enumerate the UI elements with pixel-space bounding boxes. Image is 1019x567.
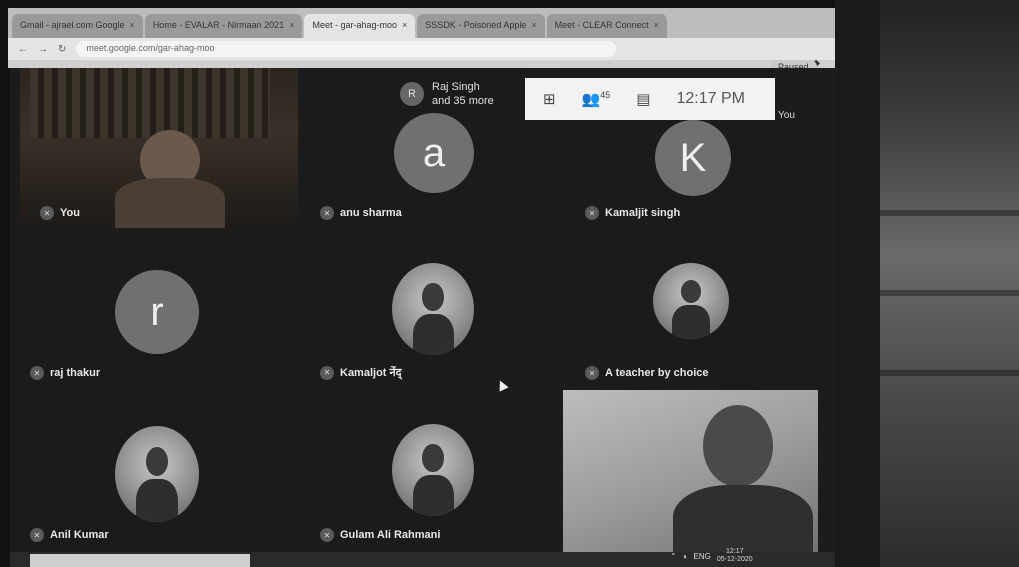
more-participants-indicator[interactable]: R Raj Singh and 35 more bbox=[400, 80, 494, 108]
chat-icon[interactable]: ▤ bbox=[636, 90, 650, 108]
participant-name: ✕ Kamaljit singh bbox=[585, 206, 680, 220]
browser-tab[interactable]: Meet - CLEAR Connect × bbox=[546, 14, 667, 38]
tray-clock[interactable]: 12:17 05-12-2020 bbox=[717, 548, 753, 564]
mic-muted-icon: ✕ bbox=[30, 366, 44, 380]
participant-name: ✕ Gulam Ali Rahmani bbox=[320, 528, 440, 542]
participant-tile-video[interactable] bbox=[563, 390, 818, 560]
participant-photo-avatar bbox=[392, 263, 474, 355]
letter-avatar: r bbox=[115, 270, 199, 354]
close-icon[interactable]: × bbox=[654, 20, 659, 38]
more-participants-name: Raj Singh bbox=[432, 81, 480, 93]
background-stripe bbox=[880, 290, 1019, 296]
background-stripe bbox=[880, 370, 1019, 376]
tray-time: 12:17 bbox=[726, 548, 744, 555]
tab-label: Meet - CLEAR Connect bbox=[554, 20, 649, 30]
taskbar-search[interactable] bbox=[30, 554, 250, 567]
participant-photo-avatar bbox=[653, 263, 729, 339]
mic-muted-icon: ✕ bbox=[320, 206, 334, 220]
participant-tile[interactable]: ✕ Gulam Ali Rahmani bbox=[300, 398, 555, 550]
system-tray: ⌃ ◗ ENG 12:17 05-12-2020 bbox=[670, 548, 753, 564]
avatar-head bbox=[146, 447, 168, 476]
browser-tab[interactable]: Gmail - ajrael.com Google × bbox=[12, 14, 143, 38]
mic-muted-icon: ✕ bbox=[40, 206, 54, 220]
avatar-body bbox=[412, 313, 454, 355]
participant-tile[interactable]: ✕ Anil Kumar bbox=[10, 398, 295, 550]
mic-muted-icon: ✕ bbox=[585, 206, 599, 220]
participant-name-label: A teacher by choice bbox=[605, 367, 709, 379]
forward-icon[interactable]: → bbox=[38, 44, 48, 55]
meet-grid: ✕ You a ✕ anu sharma K ✕ Kamaljit singh … bbox=[10, 68, 835, 560]
participant-tile[interactable]: ✕ Kamaljot नेंद् bbox=[300, 238, 550, 388]
letter-avatar: a bbox=[394, 113, 474, 193]
close-icon[interactable]: × bbox=[289, 20, 294, 38]
browser-tab[interactable]: SSSDK - Poisoned Apple × bbox=[417, 14, 545, 38]
address-bar: ← → ↻ meet.google.com/gar-ahag-moo bbox=[8, 38, 836, 60]
tray-date: 05-12-2020 bbox=[716, 556, 753, 563]
participant-name-label: Kamaljot नेंद् bbox=[340, 367, 402, 379]
participant-tile[interactable]: r ✕ raj thakur bbox=[10, 238, 295, 388]
participant-tile[interactable]: ✕ A teacher by choice bbox=[565, 238, 815, 388]
participant-name: ✕ raj thakur bbox=[30, 366, 100, 380]
avatar-head bbox=[681, 279, 701, 303]
avatar-body bbox=[672, 304, 710, 339]
url-field[interactable]: meet.google.com/gar-ahag-moo bbox=[76, 41, 617, 57]
monitor-screen: Gmail - ajrael.com Google × Home - EVALAR… bbox=[0, 0, 880, 567]
participant-name-label: Gulam Ali Rahmani bbox=[340, 529, 441, 541]
participants-button[interactable]: 👥45 bbox=[582, 90, 611, 108]
tab-label: Home - EVALAR - Nirmaan 2021 bbox=[152, 20, 285, 30]
participant-name: ✕ anu sharma bbox=[320, 206, 402, 220]
mic-muted-icon: ✕ bbox=[320, 365, 334, 380]
participant-name-label: You bbox=[60, 207, 80, 219]
participant-name: ✕ A teacher by choice bbox=[585, 366, 709, 380]
participant-body bbox=[115, 178, 225, 228]
participant-name-label: anu sharma bbox=[340, 207, 402, 219]
participant-name-label: Anil Kumar bbox=[50, 529, 109, 541]
back-icon[interactable]: ← bbox=[18, 44, 28, 55]
participants-count: 45 bbox=[600, 90, 611, 100]
participant-name-label: Kamaljit singh bbox=[605, 207, 681, 219]
bookmark-bar bbox=[8, 60, 836, 68]
monitor-bezel bbox=[835, 0, 880, 567]
participant-name: ✕ Kamaljot नेंद् bbox=[320, 365, 401, 380]
volume-icon[interactable]: ◗ bbox=[683, 552, 688, 561]
participant-name: ✕ Anil Kumar bbox=[30, 528, 109, 542]
tab-label: SSSDK - Poisoned Apple bbox=[425, 20, 527, 30]
letter-avatar: K bbox=[655, 120, 731, 196]
mic-muted-icon: ✕ bbox=[30, 528, 44, 542]
tab-label: Meet - gar-ahag-moo bbox=[312, 20, 398, 30]
background-wall bbox=[880, 0, 1019, 567]
participant-tile-you[interactable]: ✕ You bbox=[20, 68, 298, 228]
mic-muted-icon: ✕ bbox=[585, 366, 599, 380]
close-icon[interactable]: × bbox=[402, 20, 407, 38]
participant-face bbox=[703, 405, 773, 487]
close-icon[interactable]: × bbox=[130, 20, 135, 38]
browser-tab-active[interactable]: Meet - gar-ahag-moo × bbox=[304, 14, 416, 38]
browser-tab[interactable]: Home - EVALAR - Nirmaan 2021 × bbox=[144, 14, 303, 38]
mic-muted-icon: ✕ bbox=[320, 528, 334, 542]
avatar-body bbox=[136, 478, 178, 522]
avatar-head bbox=[422, 283, 444, 311]
tab-label: Gmail - ajrael.com Google bbox=[20, 20, 125, 30]
participant-name-label: raj thakur bbox=[50, 367, 101, 379]
bookshelf-background bbox=[30, 68, 270, 138]
participant-photo-avatar bbox=[115, 426, 199, 522]
more-participants-count: and 35 more bbox=[432, 95, 494, 107]
avatar-body bbox=[412, 474, 454, 516]
close-icon[interactable]: × bbox=[531, 20, 536, 38]
layout-icon[interactable]: ⊞ bbox=[543, 90, 556, 108]
participant-name: ✕ You bbox=[40, 206, 80, 220]
meeting-top-bar: ⊞ 👥45 ▤ 12:17 PM bbox=[525, 78, 775, 120]
background-stripe bbox=[880, 210, 1019, 216]
network-icon[interactable]: ⌃ bbox=[670, 552, 677, 561]
avatar: R bbox=[400, 82, 424, 106]
self-view-label: You bbox=[778, 110, 795, 121]
participant-photo-avatar bbox=[392, 424, 474, 516]
meeting-clock: 12:17 PM bbox=[676, 90, 745, 107]
reload-icon[interactable]: ↻ bbox=[58, 44, 66, 55]
avatar-head bbox=[422, 444, 444, 472]
tray-language[interactable]: ENG bbox=[694, 552, 711, 561]
browser-tab-strip: Gmail - ajrael.com Google × Home - EVALAR… bbox=[8, 8, 836, 38]
